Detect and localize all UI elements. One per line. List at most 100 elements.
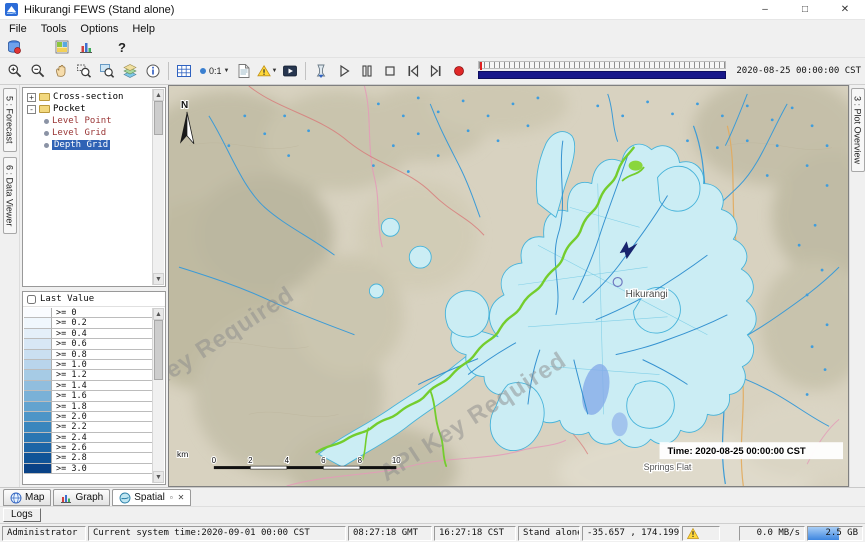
chart-display-button[interactable] <box>75 36 97 58</box>
warnings-dropdown-button[interactable]: ▼ <box>256 60 278 82</box>
spatial-icon <box>119 492 131 504</box>
layers-button[interactable] <box>119 60 141 82</box>
legend-row[interactable]: >= 3.0 <box>24 464 152 474</box>
legend-color-swatch <box>24 370 52 380</box>
document-icon <box>236 63 252 79</box>
leaf-node-icon <box>44 119 49 124</box>
legend-row[interactable]: >= 0.6 <box>24 339 152 349</box>
map-time-label: Time: 2020-08-25 00:00:00 CST <box>660 442 843 459</box>
legend-label: >= 1.6 <box>52 391 152 401</box>
leaf-node-icon <box>44 143 49 148</box>
label-springs-flat: Springs Flat <box>644 462 692 472</box>
legend-row[interactable]: >= 2.6 <box>24 443 152 453</box>
legend-row[interactable]: >= 2.8 <box>24 453 152 463</box>
stop-button[interactable] <box>379 60 401 82</box>
legend-row[interactable]: >= 0.8 <box>24 350 152 360</box>
legend-row[interactable]: >= 2.4 <box>24 433 152 443</box>
tab-forecast[interactable]: 5 : Forecast <box>3 88 17 152</box>
legend-row[interactable]: >= 0 <box>24 308 152 318</box>
tab-spatial[interactable]: Spatial ▫ ✕ <box>112 489 191 506</box>
legend-label: >= 3.0 <box>52 464 152 474</box>
scrollbar-thumb[interactable] <box>154 320 163 380</box>
chart-display-icon <box>78 39 94 55</box>
legend-row[interactable]: >= 2.0 <box>24 412 152 422</box>
close-button[interactable]: ✕ <box>825 0 865 20</box>
scroll-up-icon[interactable]: ▲ <box>153 308 164 320</box>
map-display-button[interactable] <box>51 36 73 58</box>
minimize-button[interactable]: – <box>745 0 785 20</box>
export-snapshot-button[interactable] <box>310 60 332 82</box>
legend-color-swatch <box>24 464 52 474</box>
legend-row[interactable]: >= 1.8 <box>24 402 152 412</box>
play-button[interactable] <box>333 60 355 82</box>
status-system-time: Current system time:2020-09-01 00:00 CST <box>88 526 346 541</box>
current-time-marker[interactable] <box>480 62 482 70</box>
tree-item-level-grid[interactable]: Level Grid <box>24 127 152 139</box>
menu-file[interactable]: File <box>2 22 34 36</box>
maximize-button[interactable]: □ <box>785 0 825 20</box>
legend-row[interactable]: >= 1.0 <box>24 360 152 370</box>
legend-color-swatch <box>24 318 52 328</box>
zoom-rectangle-button[interactable] <box>73 60 95 82</box>
database-button[interactable] <box>3 36 25 58</box>
legend-label: >= 0.6 <box>52 339 152 349</box>
legend-color-swatch <box>24 381 52 391</box>
tab-plot-overview[interactable]: 3 : Plot Overview <box>851 88 865 172</box>
tab-map[interactable]: Map <box>3 489 51 506</box>
tab-graph[interactable]: Graph <box>53 489 110 506</box>
grid-icon <box>176 63 192 79</box>
collapse-icon[interactable]: - <box>27 105 36 114</box>
tree-item-pocket[interactable]: - Pocket <box>24 103 152 115</box>
menu-options[interactable]: Options <box>73 22 125 36</box>
document-button[interactable] <box>233 60 255 82</box>
scroll-down-icon[interactable]: ▼ <box>153 273 164 285</box>
logs-button[interactable]: Logs <box>3 508 41 522</box>
map-canvas[interactable]: API Key Required API Key Required Hikura… <box>168 85 849 487</box>
tree-item-depth-grid[interactable]: Depth Grid <box>24 139 152 151</box>
legend-label: >= 0 <box>52 308 152 318</box>
animation-display-button[interactable] <box>279 60 301 82</box>
tree-item-level-point[interactable]: Level Point <box>24 115 152 127</box>
legend-row[interactable]: >= 1.4 <box>24 381 152 391</box>
menu-help[interactable]: Help <box>125 22 162 36</box>
record-button[interactable] <box>448 60 470 82</box>
scroll-down-icon[interactable]: ▼ <box>153 471 164 483</box>
status-warning-cell[interactable] <box>682 526 720 541</box>
grid-display-button[interactable] <box>173 60 195 82</box>
legend-scrollbar[interactable]: ▲ ▼ <box>152 308 164 483</box>
pan-hand-icon <box>53 63 69 79</box>
time-slider[interactable] <box>478 61 726 81</box>
legend-row[interactable]: >= 1.6 <box>24 391 152 401</box>
menu-tools[interactable]: Tools <box>34 22 74 36</box>
tab-label: Spatial <box>134 492 165 503</box>
scrollbar-thumb[interactable] <box>154 101 163 135</box>
map-display-icon <box>54 39 70 55</box>
leaf-node-icon <box>44 131 49 136</box>
last-value-checkbox[interactable] <box>27 295 36 304</box>
panel-close-icon[interactable]: ✕ <box>178 493 185 502</box>
scroll-up-icon[interactable]: ▲ <box>153 89 164 101</box>
pause-button[interactable] <box>356 60 378 82</box>
memory-label: 2.5 GB <box>825 528 858 538</box>
zoom-in-button[interactable] <box>4 60 26 82</box>
grid-scale-dropdown[interactable]: 0:1 ▼ <box>196 65 232 77</box>
legend-row[interactable]: >= 2.2 <box>24 422 152 432</box>
pan-button[interactable] <box>50 60 72 82</box>
legend-row[interactable]: >= 1.2 <box>24 370 152 380</box>
logs-bar: Logs <box>0 506 865 523</box>
help-button[interactable]: ? <box>111 36 133 58</box>
legend-row[interactable]: >= 0.2 <box>24 318 152 328</box>
legend-row[interactable]: >= 0.4 <box>24 329 152 339</box>
info-button[interactable] <box>142 60 164 82</box>
tab-data-viewer[interactable]: 6 : Data Viewer <box>3 157 17 234</box>
zoom-out-button[interactable] <box>27 60 49 82</box>
expand-icon[interactable]: + <box>27 93 36 102</box>
tree-scrollbar[interactable]: ▲ ▼ <box>152 89 164 285</box>
main-toolbar: ? <box>0 37 865 58</box>
step-back-button[interactable] <box>402 60 424 82</box>
zoom-extent-button[interactable] <box>96 60 118 82</box>
step-forward-button[interactable] <box>425 60 447 82</box>
tree-item-cross-section[interactable]: + Cross-section <box>24 91 152 103</box>
panel-maximize-icon[interactable]: ▫ <box>170 493 173 502</box>
map-time-text: Time: 2020-08-25 00:00:00 CST <box>668 446 806 457</box>
